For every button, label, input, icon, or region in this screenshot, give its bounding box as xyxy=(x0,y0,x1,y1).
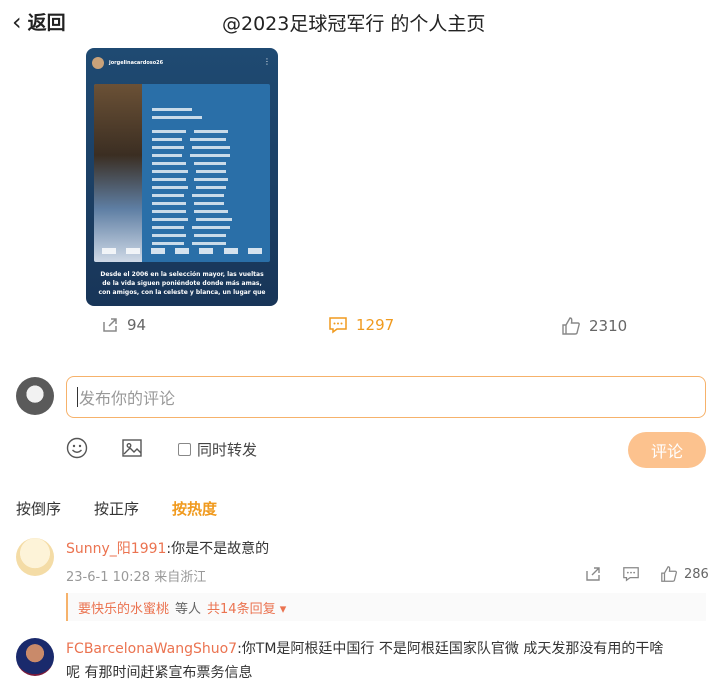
comment-share-button[interactable] xyxy=(584,565,602,583)
like-count: 2310 xyxy=(589,317,628,335)
comment-text: :你是不是故意的 xyxy=(166,541,270,557)
thumbs-up-icon xyxy=(562,317,580,335)
comment-text-continued: 呢 有那时间赶紧宣布票务信息 xyxy=(66,665,253,681)
player-photo xyxy=(94,84,142,262)
submit-comment-button[interactable]: 评论 xyxy=(628,432,706,468)
page-title: @2023足球冠军行 的个人主页 xyxy=(222,13,486,35)
comment-text: :你TM是阿根廷中国行 不是阿根廷国家队官微 成天发那没有用的干啥 xyxy=(237,641,664,657)
repost-button[interactable]: 94 xyxy=(101,316,146,334)
emoji-icon[interactable] xyxy=(66,437,88,459)
sponsor-logos xyxy=(102,248,262,256)
sort-tabs: 按倒序 按正序 按热度 xyxy=(16,498,250,519)
comment-like-count: 286 xyxy=(684,566,709,582)
comment-placeholder: 发布你的评论 xyxy=(79,389,176,408)
repost-count: 94 xyxy=(127,316,147,334)
post-image[interactable]: jorgelinacardoso26 ⋮ Desde el 2006 en la… xyxy=(86,48,278,306)
comment-input[interactable]: 发布你的评论 xyxy=(66,376,706,418)
top-bar: ‹ 返回 @2023足球冠军行 的个人主页 xyxy=(0,0,720,44)
share-icon xyxy=(586,567,600,581)
thumbs-up-icon xyxy=(661,566,678,582)
comment-reply-button[interactable] xyxy=(622,565,640,583)
like-button[interactable]: 2310 xyxy=(561,316,627,336)
checkbox-icon xyxy=(178,443,191,456)
chevron-left-icon: ‹ xyxy=(12,7,22,36)
post-stats: 94 1297 2310 xyxy=(0,316,720,340)
reply-username[interactable]: 要快乐的水蜜桃 xyxy=(78,598,169,617)
comment-count: 1297 xyxy=(356,316,395,334)
comment-body: FCBarcelonaWangShuo7:你TM是阿根廷中国行 不是阿根廷国家队… xyxy=(66,638,663,660)
comment-meta: 23-6-1 10:28 来自浙江 xyxy=(66,570,207,585)
repost-label: 同时转发 xyxy=(197,441,258,459)
comment-icon xyxy=(623,567,639,582)
text-caret xyxy=(77,387,78,407)
comment-username[interactable]: FCBarcelonaWangShuo7 xyxy=(66,641,237,657)
tab-sort-desc[interactable]: 按倒序 xyxy=(16,498,61,519)
image-header: jorgelinacardoso26 ⋮ xyxy=(86,48,278,78)
composer-tools: 同时转发 评论 xyxy=(0,432,720,468)
repost-checkbox[interactable]: 同时转发 xyxy=(178,439,257,460)
image-username: jorgelinacardoso26 xyxy=(109,60,164,66)
reply-summary: 要快乐的水蜜桃 等人 共14条回复 ▾ xyxy=(66,593,706,621)
image-upload-icon[interactable] xyxy=(121,437,143,459)
tab-sort-asc[interactable]: 按正序 xyxy=(94,498,139,519)
tab-sort-hot[interactable]: 按热度 xyxy=(172,498,217,519)
comment-button[interactable]: 1297 xyxy=(328,316,394,334)
back-label: 返回 xyxy=(27,12,66,34)
more-icon: ⋮ xyxy=(263,57,271,66)
comment-icon xyxy=(329,317,347,334)
back-button[interactable]: ‹ 返回 xyxy=(12,8,66,35)
share-icon xyxy=(103,318,117,332)
my-avatar xyxy=(16,377,54,415)
reply-count-toggle[interactable]: 共14条回复 ▾ xyxy=(207,598,286,617)
image-caption: Desde el 2006 en la selección mayor, las… xyxy=(98,271,266,296)
comment-actions: 286 xyxy=(584,565,709,583)
comment-avatar[interactable] xyxy=(16,538,54,576)
comment-username[interactable]: Sunny_阳1991 xyxy=(66,541,166,557)
image-avatar xyxy=(92,57,104,69)
reply-mid: 等人 xyxy=(175,601,202,617)
squad-poster xyxy=(94,84,270,262)
comment-avatar[interactable] xyxy=(16,638,54,676)
comment-body: Sunny_阳1991:你是不是故意的 xyxy=(66,538,269,560)
comment-like-button[interactable]: 286 xyxy=(660,565,709,583)
